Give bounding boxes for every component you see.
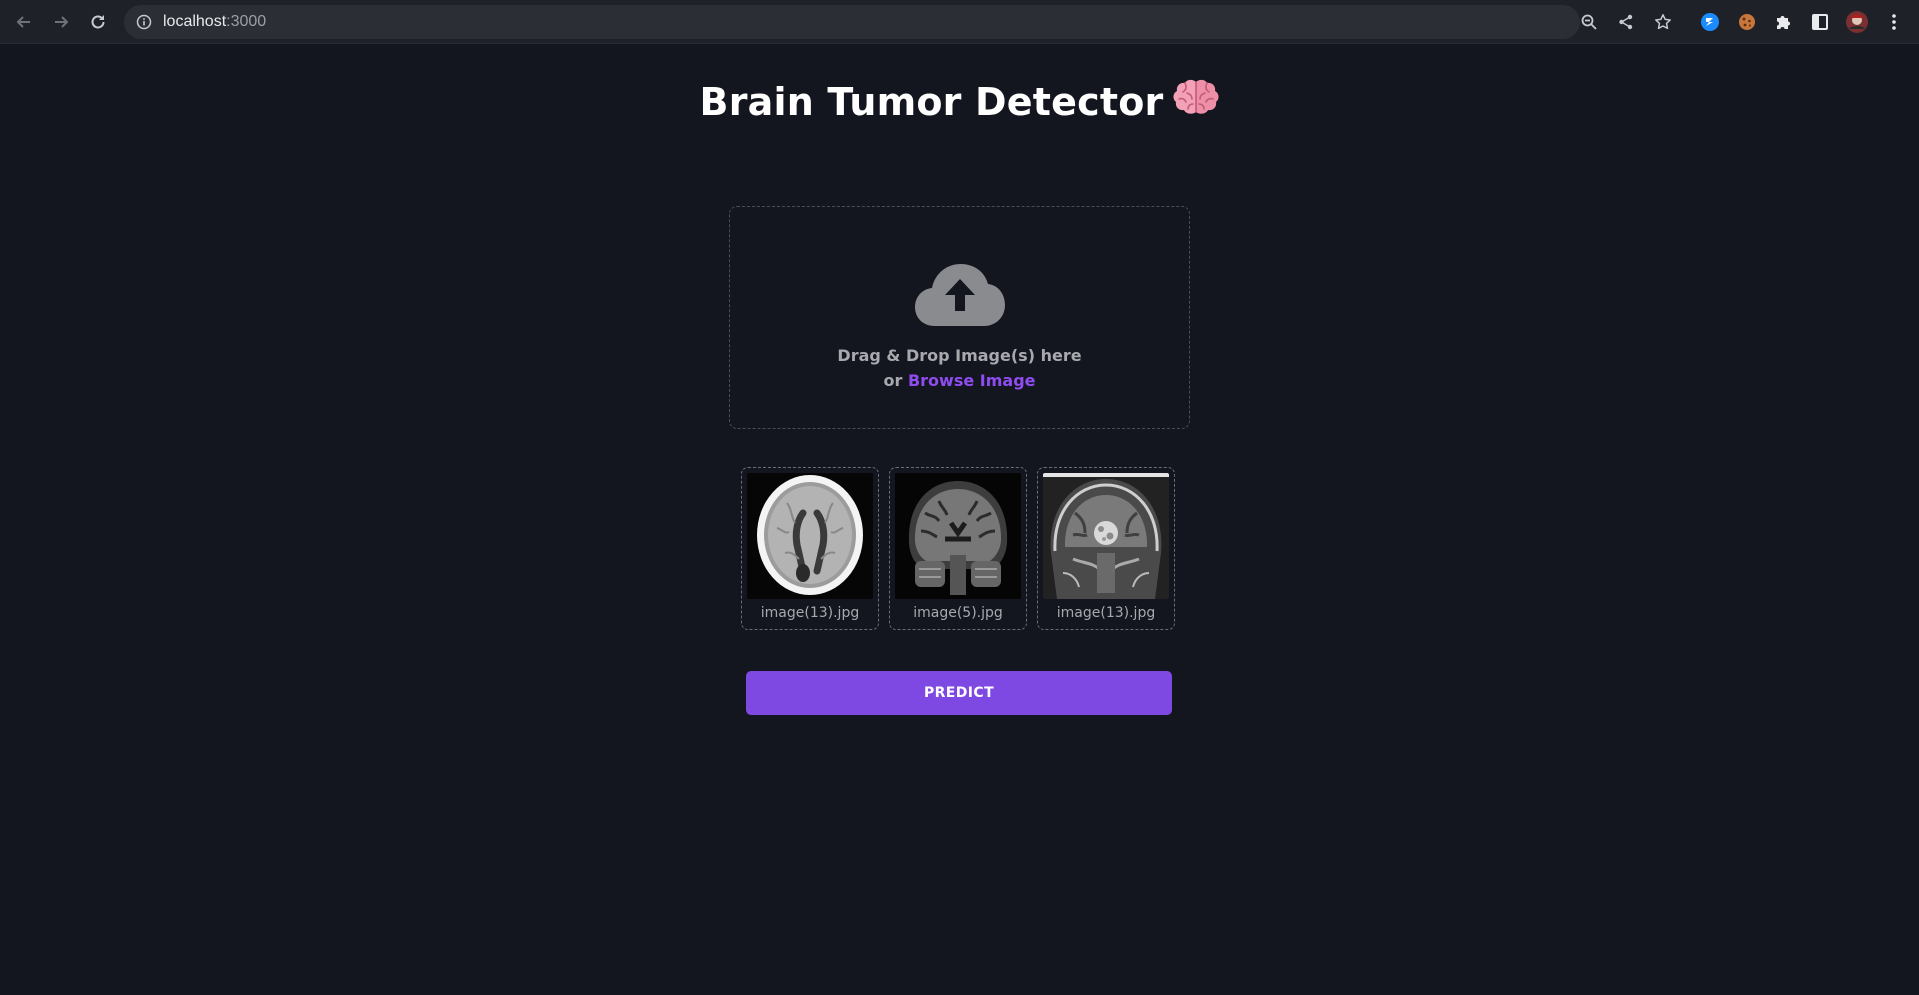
forward-icon[interactable] bbox=[47, 8, 75, 36]
thumbnail-card[interactable]: image(5).jpg bbox=[889, 467, 1027, 630]
browse-image-link[interactable]: Browse Image bbox=[908, 371, 1036, 390]
bookmark-star-icon[interactable] bbox=[1651, 10, 1675, 34]
reload-icon[interactable] bbox=[84, 8, 112, 36]
thumbnail-card[interactable]: image(13).jpg bbox=[1037, 467, 1175, 630]
address-bar[interactable]: localhost:3000 bbox=[124, 5, 1671, 39]
predict-button[interactable]: PREDICT bbox=[746, 671, 1172, 715]
share-icon[interactable] bbox=[1614, 10, 1638, 34]
mri-preview-image bbox=[1043, 473, 1169, 599]
cookie-icon[interactable] bbox=[1735, 10, 1759, 34]
info-icon[interactable] bbox=[136, 14, 152, 34]
url-text: localhost:3000 bbox=[163, 13, 266, 31]
side-panel-icon[interactable] bbox=[1808, 10, 1832, 34]
image-dropzone[interactable]: Drag & Drop Image(s) here or Browse Imag… bbox=[729, 206, 1190, 429]
menu-dots-icon[interactable] bbox=[1882, 10, 1906, 34]
page-title-text: Brain Tumor Detector bbox=[699, 80, 1164, 124]
extension-blue-icon[interactable] bbox=[1698, 10, 1722, 34]
thumbnail-filename: image(13).jpg bbox=[760, 605, 860, 621]
dropzone-or: or bbox=[883, 371, 903, 390]
mri-preview-image bbox=[747, 473, 873, 599]
dropzone-instructions: Drag & Drop Image(s) here or Browse Imag… bbox=[730, 343, 1189, 393]
back-icon[interactable] bbox=[10, 8, 38, 36]
thumbnail-card[interactable]: image(13).jpg bbox=[741, 467, 879, 630]
puzzle-icon[interactable] bbox=[1771, 10, 1795, 34]
cloud-upload-icon bbox=[913, 262, 1007, 332]
dropzone-line2: or Browse Image bbox=[730, 368, 1189, 393]
page-title: Brain Tumor Detector bbox=[0, 78, 1919, 127]
mri-preview-image bbox=[895, 473, 1021, 599]
profile-avatar[interactable] bbox=[1845, 10, 1869, 34]
thumbnail-filename: image(13).jpg bbox=[1056, 605, 1156, 621]
dropzone-line1: Drag & Drop Image(s) here bbox=[837, 346, 1082, 365]
brain-icon bbox=[1173, 78, 1219, 127]
thumbnail-filename: image(5).jpg bbox=[913, 605, 1003, 621]
zoom-icon[interactable] bbox=[1577, 10, 1601, 34]
browser-toolbar: localhost:3000 bbox=[0, 0, 1919, 44]
url-host: localhost bbox=[163, 13, 227, 30]
url-port: :3000 bbox=[226, 13, 267, 30]
